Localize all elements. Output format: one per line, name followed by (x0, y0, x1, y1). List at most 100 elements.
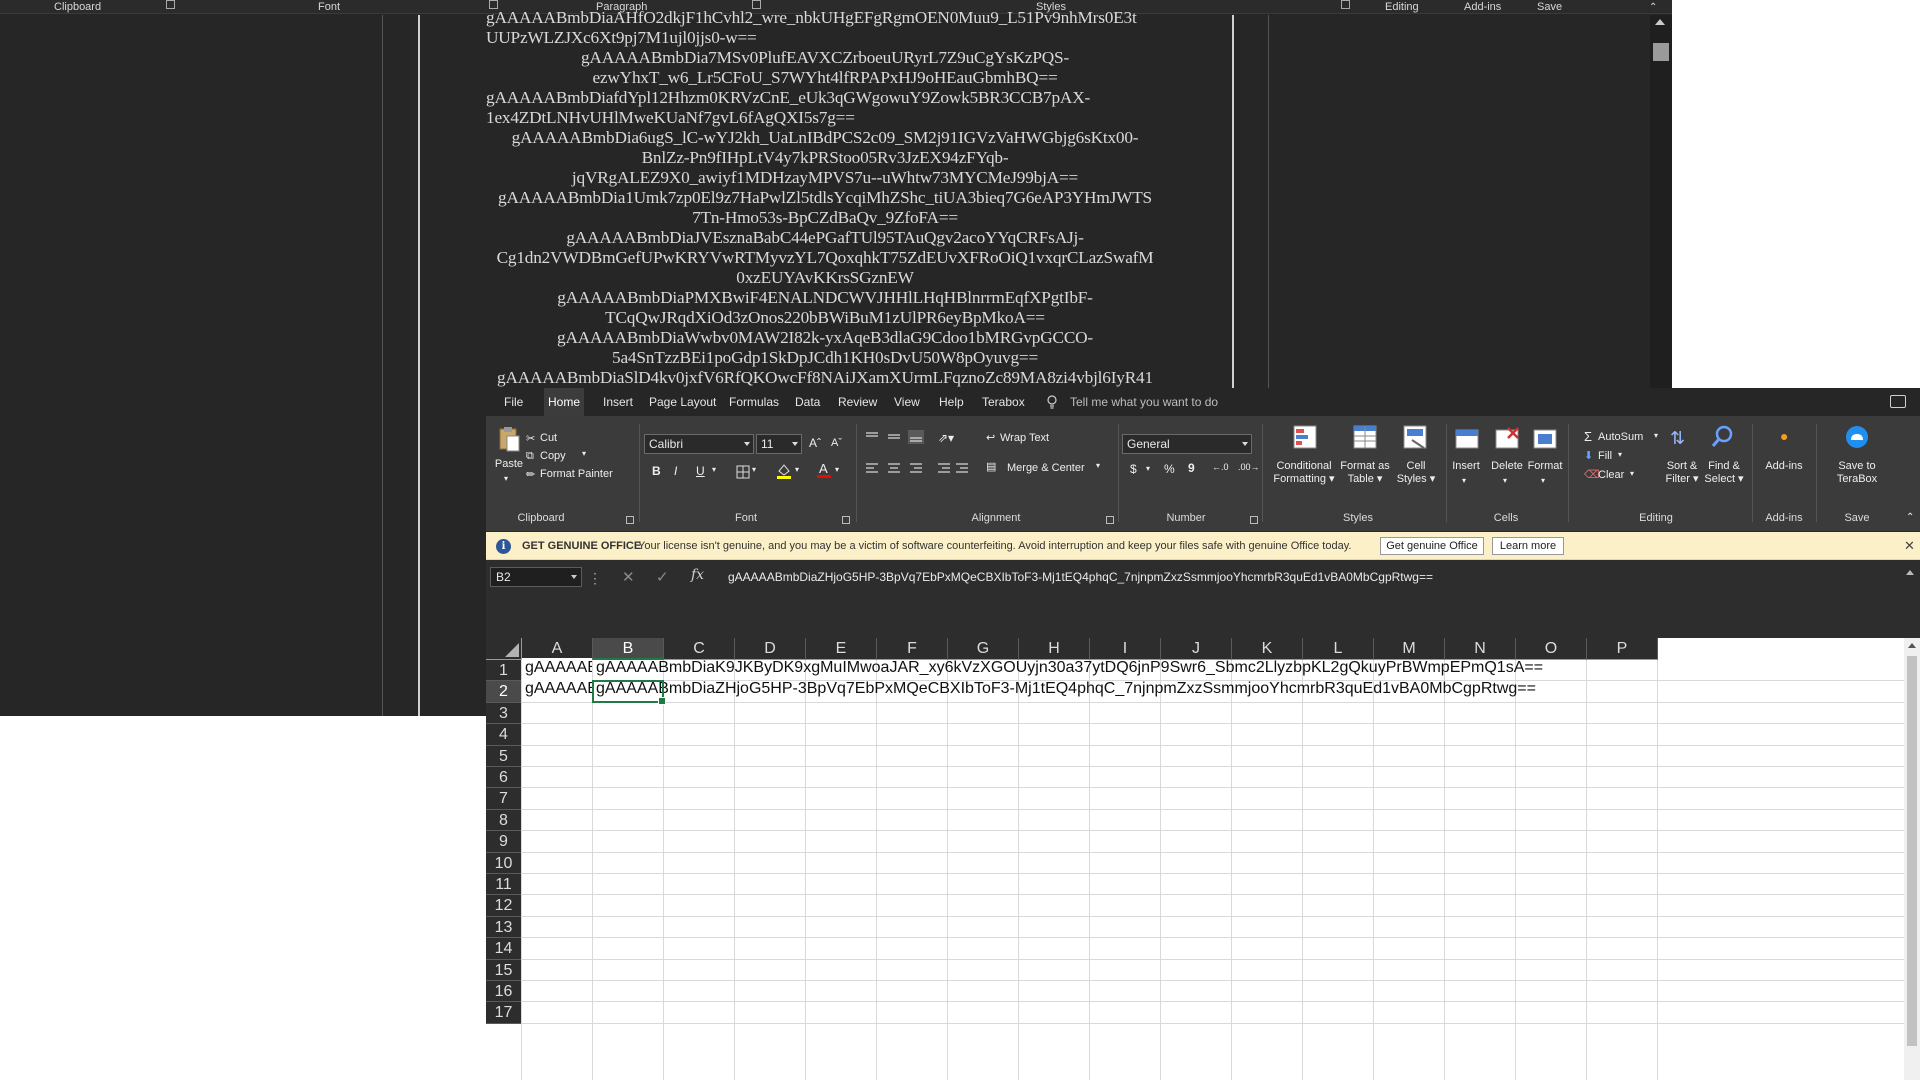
font-launcher-icon[interactable] (842, 516, 850, 524)
tab-insert[interactable]: Insert (603, 388, 643, 416)
enter-icon[interactable]: ✓ (656, 568, 669, 586)
horizontal-align-icons[interactable] (864, 461, 926, 475)
scroll-up-icon[interactable] (1655, 19, 1665, 25)
save-to-terabox-button[interactable]: Save to TeraBox (1822, 460, 1892, 486)
row-header-1[interactable]: 1 (486, 660, 522, 682)
column-header-c[interactable]: C (664, 638, 735, 660)
italic-button[interactable]: I (674, 464, 677, 478)
row-header-14[interactable]: 14 (486, 938, 522, 960)
cell-a1[interactable]: gAAAAABmbDia (522, 658, 592, 679)
tab-help[interactable]: Help (939, 388, 974, 416)
excel-vertical-scrollbar[interactable] (1904, 638, 1920, 1080)
currency-button[interactable]: $ (1130, 462, 1137, 476)
tell-me-search[interactable]: Tell me what you want to do (1070, 388, 1218, 416)
format-dropdown-icon[interactable]: ▾ (1541, 474, 1545, 487)
collapse-ribbon-icon[interactable]: ⌃ (1906, 512, 1914, 523)
sort-filter-button[interactable]: Sort & Filter ▾ (1662, 460, 1702, 486)
row-header-4[interactable]: 4 (486, 724, 522, 746)
decrease-font-icon[interactable]: Aˇ (831, 437, 842, 449)
tab-view[interactable]: View (894, 388, 929, 416)
vertical-align-icons[interactable] (864, 430, 926, 444)
cut-button[interactable]: Cut (540, 432, 557, 444)
find-select-button[interactable]: Find & Select ▾ (1702, 460, 1746, 486)
font-color-dropdown-icon[interactable]: ▾ (835, 465, 839, 474)
row-header-16[interactable]: 16 (486, 981, 522, 1003)
borders-icon[interactable] (736, 465, 750, 479)
column-header-f[interactable]: F (877, 638, 948, 660)
column-header-o[interactable]: O (1516, 638, 1587, 660)
cell-b1[interactable]: gAAAAABmbDiaK9JKByDK9xgMuIMwoaJAR_xy6kVz… (593, 658, 1904, 678)
column-header-d[interactable]: D (735, 638, 806, 660)
scroll-up-icon[interactable] (1908, 643, 1916, 648)
insert-function-icon[interactable]: fx (691, 567, 704, 583)
alignment-launcher-icon[interactable] (1106, 516, 1114, 524)
percent-button[interactable]: % (1164, 462, 1175, 476)
row-header-2[interactable]: 2 (486, 681, 522, 703)
formula-input[interactable]: gAAAAABmbDiaZHjoG5HP-3BpVq7EbPxMQeCBXIbT… (728, 567, 1433, 587)
learn-more-button[interactable]: Learn more (1492, 537, 1564, 555)
formula-bar-grip-icon[interactable]: ⋮ (588, 570, 602, 587)
paste-button[interactable]: Paste (494, 458, 524, 471)
tab-data[interactable]: Data (795, 388, 835, 416)
name-box[interactable]: B2 (490, 567, 582, 587)
autosum-button[interactable]: AutoSum (1598, 431, 1643, 443)
column-header-p[interactable]: P (1587, 638, 1658, 660)
paste-dropdown-icon[interactable]: ▾ (504, 472, 508, 485)
row-header-9[interactable]: 9 (486, 831, 522, 853)
select-all-button[interactable] (486, 638, 522, 660)
column-header-h[interactable]: H (1019, 638, 1090, 660)
column-header-m[interactable]: M (1374, 638, 1445, 660)
copy-button[interactable]: Copy (540, 450, 566, 462)
row-header-7[interactable]: 7 (486, 788, 522, 810)
currency-dropdown-icon[interactable]: ▾ (1146, 464, 1150, 473)
column-header-l[interactable]: L (1303, 638, 1374, 660)
indent-icons[interactable] (936, 461, 970, 475)
column-header-e[interactable]: E (806, 638, 877, 660)
clear-dropdown-icon[interactable]: ▾ (1630, 469, 1634, 478)
column-header-j[interactable]: J (1161, 638, 1232, 660)
tab-terabox[interactable]: Terabox (982, 388, 1032, 416)
insert-cells-button[interactable]: Insert (1448, 460, 1484, 473)
row-header-15[interactable]: 15 (486, 959, 522, 981)
underline-dropdown-icon[interactable]: ▾ (712, 465, 716, 474)
column-header-n[interactable]: N (1445, 638, 1516, 660)
orientation-icon[interactable]: ⇗▾ (938, 431, 954, 445)
row-header-8[interactable]: 8 (486, 809, 522, 832)
increase-font-icon[interactable]: Aˆ (809, 436, 821, 450)
increase-decimal-icon[interactable]: ←.0 (1212, 462, 1229, 472)
column-header-b[interactable]: B (593, 638, 664, 660)
word-styles-launcher-icon[interactable] (1341, 0, 1350, 9)
format-cells-button[interactable]: Format (1526, 460, 1564, 473)
copy-dropdown-icon[interactable]: ▾ (582, 449, 586, 458)
number-format-select[interactable]: General (1122, 434, 1252, 454)
borders-dropdown-icon[interactable]: ▾ (752, 465, 756, 474)
fill-color-dropdown-icon[interactable]: ▾ (795, 465, 799, 474)
word-collapse-ribbon-icon[interactable]: ⌃ (1649, 1, 1657, 15)
fill-button[interactable]: Fill (1598, 450, 1612, 462)
fill-dropdown-icon[interactable]: ▾ (1618, 450, 1622, 459)
tab-formulas[interactable]: Formulas (729, 388, 789, 416)
tab-page-layout[interactable]: Page Layout (649, 388, 719, 416)
tab-review[interactable]: Review (838, 388, 883, 416)
row-header-17[interactable]: 17 (486, 1002, 522, 1024)
font-color-icon[interactable]: A (816, 461, 832, 479)
column-header-i[interactable]: I (1090, 638, 1161, 660)
wrap-text-button[interactable]: Wrap Text (1000, 432, 1049, 444)
autosum-dropdown-icon[interactable]: ▾ (1654, 431, 1658, 440)
column-header-k[interactable]: K (1232, 638, 1303, 660)
insert-dropdown-icon[interactable]: ▾ (1462, 474, 1466, 487)
font-size-select[interactable]: 11 (756, 434, 802, 454)
delete-dropdown-icon[interactable]: ▾ (1503, 474, 1507, 487)
cell-b2[interactable]: gAAAAABmbDiaZHjoG5HP-3BpVq7EbPxMQeCBXIbT… (593, 679, 1904, 699)
clipboard-launcher-icon[interactable] (626, 516, 634, 524)
cancel-icon[interactable]: ✕ (622, 568, 635, 586)
delete-cells-button[interactable]: Delete (1488, 460, 1526, 473)
close-icon[interactable]: ✕ (1904, 538, 1915, 554)
scroll-thumb[interactable] (1653, 43, 1669, 61)
scroll-thumb[interactable] (1907, 656, 1917, 1046)
addins-button[interactable]: Add-ins (1756, 460, 1812, 473)
row-header-5[interactable]: 5 (486, 745, 522, 767)
row-header-3[interactable]: 3 (486, 702, 522, 725)
row-header-13[interactable]: 13 (486, 916, 522, 939)
row-header-12[interactable]: 12 (486, 895, 522, 917)
